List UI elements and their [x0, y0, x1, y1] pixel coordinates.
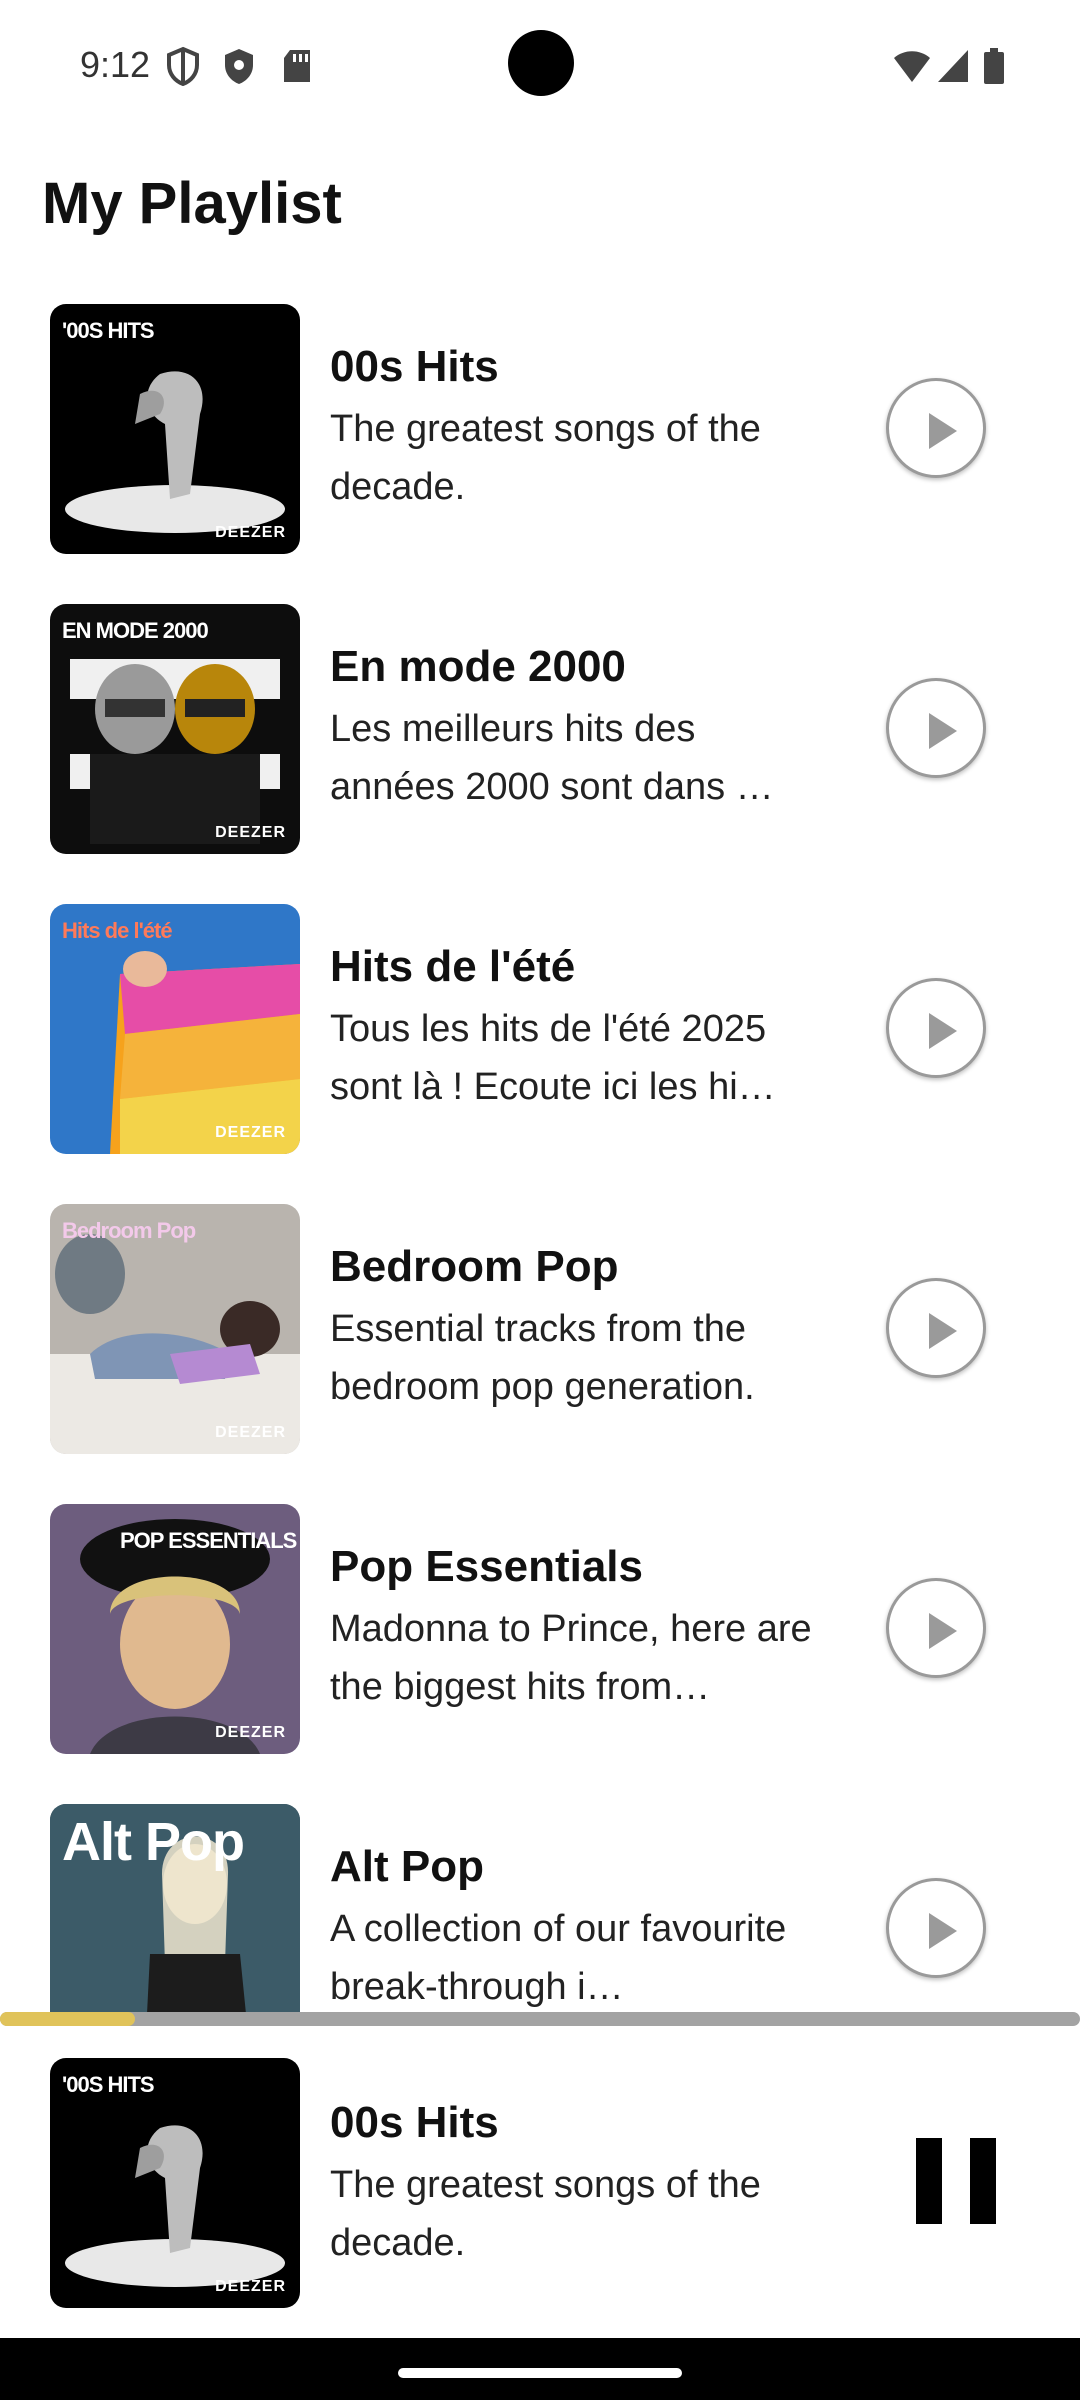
- cover-label: POP ESSENTIALS: [120, 1528, 297, 1553]
- pause-icon: [916, 2138, 942, 2224]
- play-button[interactable]: [886, 1278, 986, 1378]
- play-button[interactable]: [886, 1578, 986, 1678]
- cover-label: Bedroom Pop: [62, 1218, 196, 1243]
- cover-art: EN MODE 2000 DEEZER: [50, 604, 300, 854]
- play-button[interactable]: [886, 678, 986, 778]
- cover-label: '00S HITS: [62, 318, 155, 343]
- cover-label: Hits de l'été: [62, 918, 173, 943]
- progress-fill: [0, 2012, 135, 2026]
- cover-brand: DEEZER: [215, 2278, 286, 2295]
- play-button[interactable]: [886, 378, 986, 478]
- cover-brand: DEEZER: [215, 1124, 286, 1141]
- cover-brand: DEEZER: [215, 1724, 286, 1741]
- signal-icon: [938, 50, 968, 82]
- player-title: 00s Hits: [330, 2098, 499, 2147]
- pause-button[interactable]: [916, 2138, 996, 2224]
- playlist-description: A collection of our favourite break-thro…: [330, 1908, 787, 2008]
- sd-card-icon: [284, 50, 310, 82]
- home-gesture-handle[interactable]: [398, 2368, 682, 2378]
- playlist-title: 00s Hits: [330, 342, 499, 391]
- cover-art: Bedroom Pop DEEZER: [50, 1204, 300, 1454]
- playlist-description: Tous les hits de l'été 2025 sont là ! Ec…: [330, 1008, 776, 1108]
- cover-brand: DEEZER: [215, 524, 286, 541]
- navigation-bar: [0, 2338, 1080, 2400]
- play-button[interactable]: [886, 978, 986, 1078]
- shield-outline-icon: [167, 46, 199, 86]
- cover-brand: DEEZER: [215, 824, 286, 841]
- playlist-description: Essential tracks from the bedroom pop ge…: [330, 1308, 755, 1408]
- playlist-title: Bedroom Pop: [330, 1242, 619, 1291]
- playlist-item[interactable]: Bedroom Pop DEEZER Bedroom Pop Essential…: [0, 1200, 1080, 1500]
- playlist-description: The greatest songs of the decade.: [330, 408, 761, 508]
- playlist-title: Hits de l'été: [330, 942, 576, 991]
- player-description: The greatest songs of the decade.: [330, 2164, 761, 2264]
- status-bar: 9:12: [0, 0, 1080, 130]
- playlist-title: En mode 2000: [330, 642, 626, 691]
- playlist-title: Alt Pop: [330, 1842, 484, 1891]
- cover-art: POP ESSENTIALS DEEZER: [50, 1504, 300, 1754]
- pause-icon: [970, 2138, 996, 2224]
- status-time: 9:12: [80, 44, 151, 85]
- playlist-description: Les meilleurs hits des années 2000 sont …: [330, 708, 774, 808]
- page-title: My Playlist: [42, 171, 342, 236]
- cover-label: '00S HITS: [62, 2072, 155, 2097]
- play-button[interactable]: [886, 1878, 986, 1978]
- front-camera: [508, 30, 574, 96]
- battery-icon: [984, 48, 1004, 84]
- playlist-item[interactable]: POP ESSENTIALS DEEZER Pop Essentials Mad…: [0, 1500, 1080, 1800]
- playlist-item[interactable]: Hits de l'été DEEZER Hits de l'été Tous …: [0, 900, 1080, 1200]
- playlist-description: Madonna to Prince, here are the biggest …: [330, 1608, 812, 1708]
- playlist-item[interactable]: '00S HITS DEEZER 00s Hits The greatest s…: [0, 300, 1080, 600]
- player-cover-art: '00S HITS DEEZER: [50, 2058, 300, 2308]
- progress-bar[interactable]: [0, 2012, 1080, 2026]
- cover-label: EN MODE 2000: [62, 618, 209, 643]
- mini-player[interactable]: '00S HITS DEEZER 00s Hits The greatest s…: [0, 2012, 1080, 2338]
- cover-art: '00S HITS DEEZER: [50, 304, 300, 554]
- playlist-item[interactable]: EN MODE 2000 DEEZER En mode 2000 Les mei…: [0, 600, 1080, 900]
- cover-brand: DEEZER: [215, 1424, 286, 1441]
- wifi-icon: [894, 51, 930, 82]
- cover-art: Hits de l'été DEEZER: [50, 904, 300, 1154]
- shield-icon: [225, 49, 253, 84]
- cover-label: Alt Pop: [62, 1812, 245, 1872]
- playlist-title: Pop Essentials: [330, 1542, 644, 1591]
